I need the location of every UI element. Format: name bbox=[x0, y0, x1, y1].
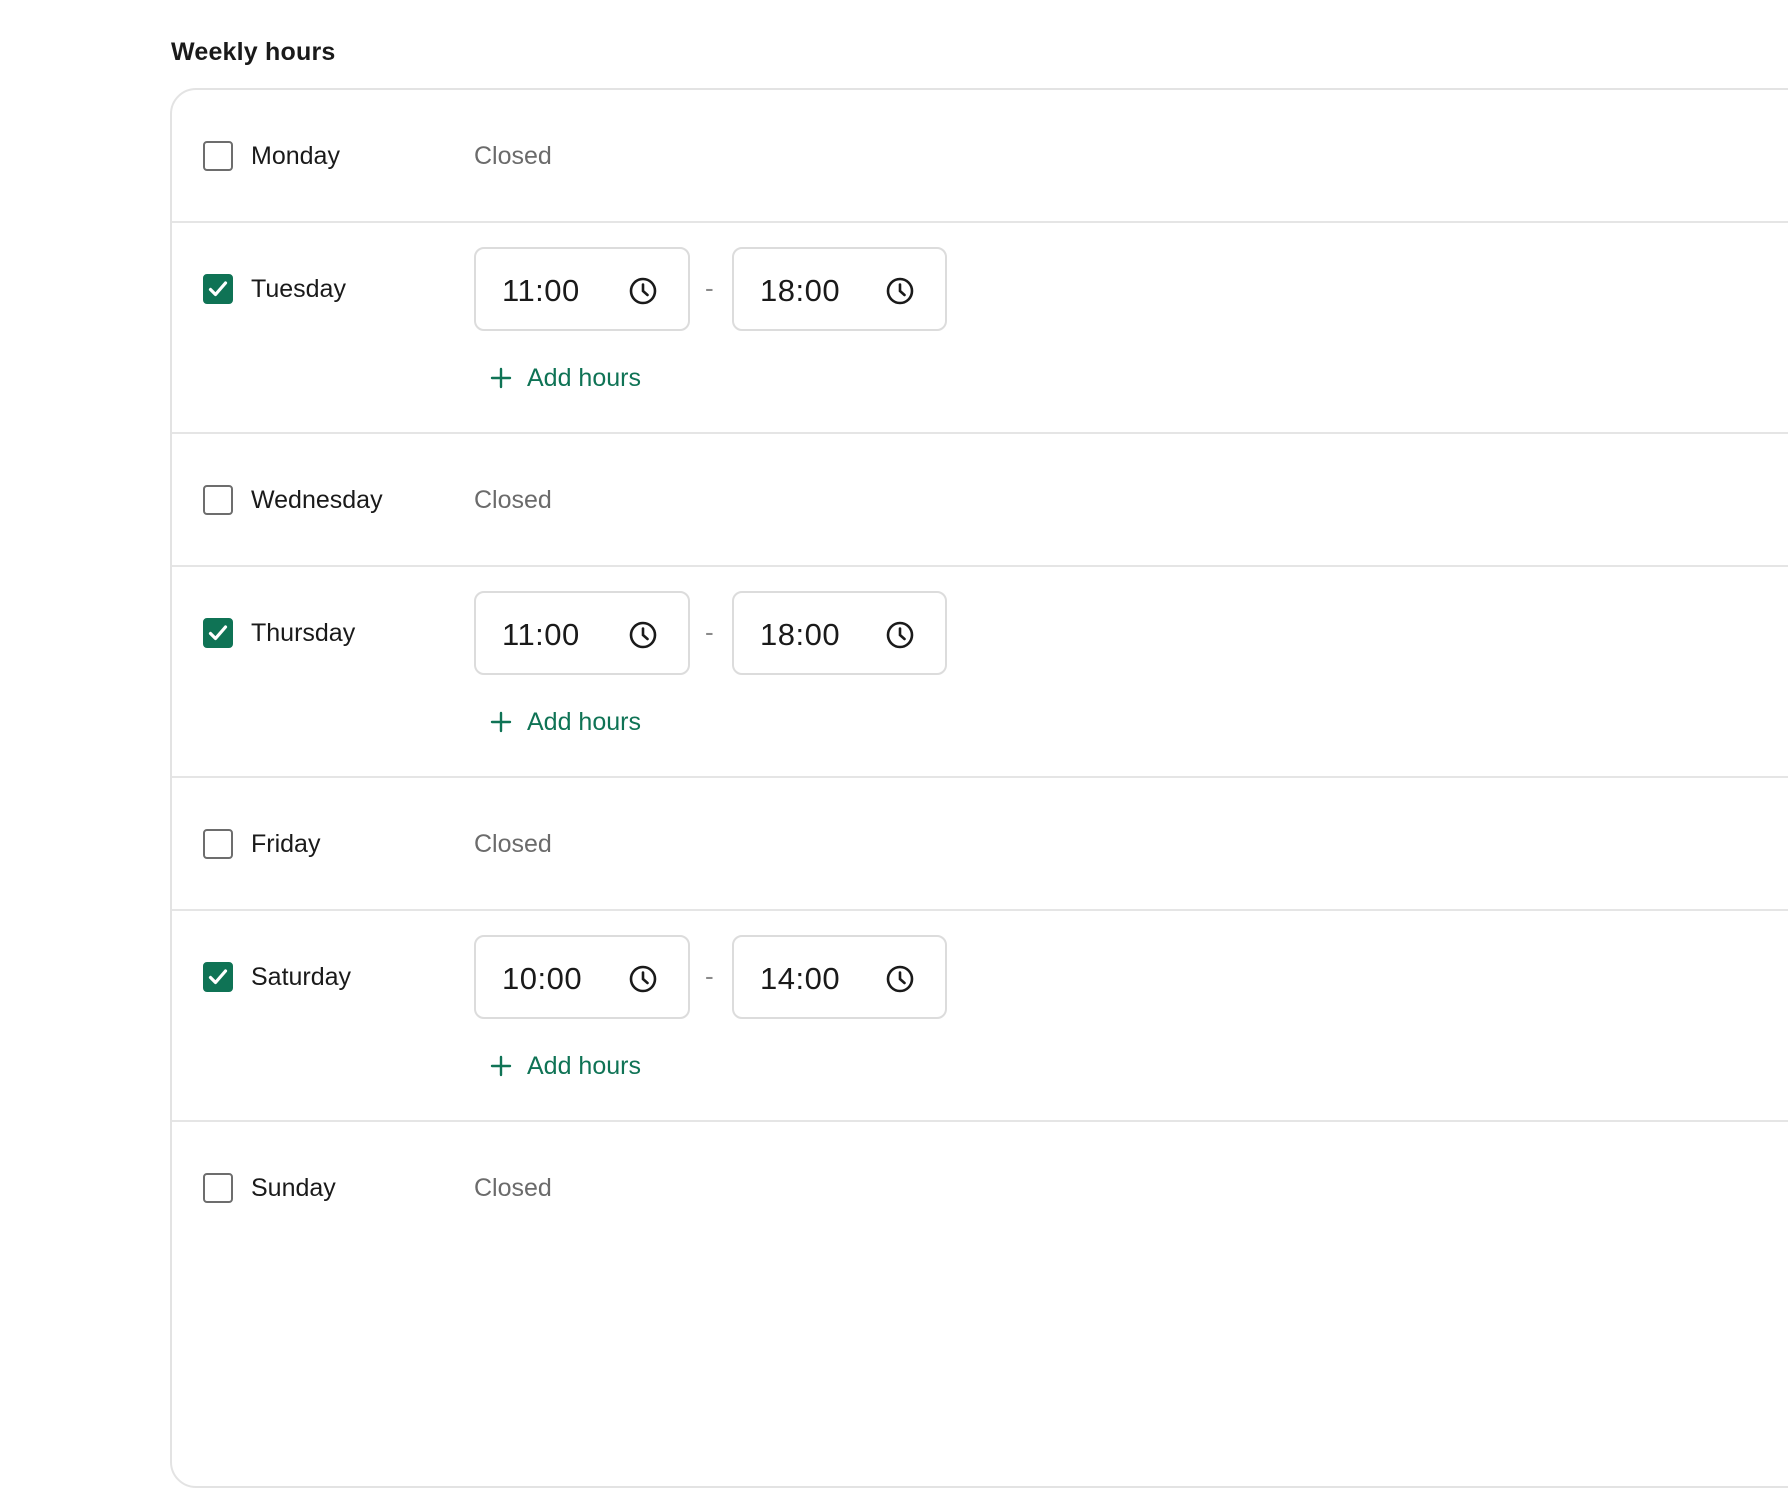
end-time-value: 18:00 bbox=[760, 273, 841, 308]
monday-checkbox[interactable] bbox=[203, 141, 233, 171]
day-label: Friday bbox=[251, 830, 321, 858]
time-separator: - bbox=[705, 273, 714, 303]
weekly-hours-card: Monday Closed Tuesday 11:00 - 18:00 Add … bbox=[170, 88, 1788, 1488]
start-time-value: 11:00 bbox=[502, 273, 580, 308]
day-label: Monday bbox=[251, 142, 340, 170]
end-time-field[interactable]: 18:00 bbox=[732, 591, 947, 675]
day-row-tuesday: Tuesday 11:00 - 18:00 Add hours bbox=[172, 223, 1788, 434]
wednesday-checkbox[interactable] bbox=[203, 485, 233, 515]
day-label: Tuesday bbox=[251, 275, 346, 303]
closed-label: Closed bbox=[474, 1174, 552, 1202]
day-row-wednesday: Wednesday Closed bbox=[172, 434, 1788, 567]
end-time-field[interactable]: 18:00 bbox=[732, 247, 947, 331]
tuesday-checkbox[interactable] bbox=[203, 274, 233, 304]
time-separator: - bbox=[705, 961, 714, 991]
time-separator: - bbox=[705, 617, 714, 647]
start-time-field[interactable]: 10:00 bbox=[474, 935, 690, 1019]
checkmark-icon bbox=[208, 625, 228, 641]
add-hours-button[interactable]: Add hours bbox=[490, 1049, 641, 1083]
start-time-value: 11:00 bbox=[502, 617, 580, 652]
checkmark-icon bbox=[208, 281, 228, 297]
section-title: Weekly hours bbox=[171, 38, 336, 66]
plus-icon bbox=[490, 1055, 512, 1077]
day-row-sunday: Sunday Closed bbox=[172, 1122, 1788, 1255]
clock-icon[interactable] bbox=[885, 964, 915, 994]
plus-icon bbox=[490, 367, 512, 389]
day-row-saturday: Saturday 10:00 - 14:00 Add hours bbox=[172, 911, 1788, 1122]
day-label: Sunday bbox=[251, 1174, 336, 1202]
day-row-monday: Monday Closed bbox=[172, 90, 1788, 223]
friday-checkbox[interactable] bbox=[203, 829, 233, 859]
add-hours-button[interactable]: Add hours bbox=[490, 361, 641, 395]
clock-icon[interactable] bbox=[628, 620, 658, 650]
add-hours-label: Add hours bbox=[527, 1051, 641, 1080]
checkmark-icon bbox=[208, 969, 228, 985]
day-label: Saturday bbox=[251, 963, 352, 991]
end-time-value: 18:00 bbox=[760, 617, 841, 652]
clock-icon[interactable] bbox=[885, 276, 915, 306]
add-hours-label: Add hours bbox=[527, 707, 641, 736]
start-time-field[interactable]: 11:00 bbox=[474, 591, 690, 675]
thursday-checkbox[interactable] bbox=[203, 618, 233, 648]
closed-label: Closed bbox=[474, 830, 552, 858]
day-row-friday: Friday Closed bbox=[172, 778, 1788, 911]
clock-icon[interactable] bbox=[885, 620, 915, 650]
plus-icon bbox=[490, 711, 512, 733]
saturday-checkbox[interactable] bbox=[203, 962, 233, 992]
sunday-checkbox[interactable] bbox=[203, 1173, 233, 1203]
clock-icon[interactable] bbox=[628, 964, 658, 994]
start-time-field[interactable]: 11:00 bbox=[474, 247, 690, 331]
closed-label: Closed bbox=[474, 142, 552, 170]
clock-icon[interactable] bbox=[628, 276, 658, 306]
day-label: Wednesday bbox=[251, 486, 383, 514]
closed-label: Closed bbox=[474, 486, 552, 514]
start-time-value: 10:00 bbox=[502, 961, 583, 996]
end-time-value: 14:00 bbox=[760, 961, 841, 996]
day-label: Thursday bbox=[251, 619, 356, 647]
add-hours-button[interactable]: Add hours bbox=[490, 705, 641, 739]
end-time-field[interactable]: 14:00 bbox=[732, 935, 947, 1019]
day-row-thursday: Thursday 11:00 - 18:00 Add hours bbox=[172, 567, 1788, 778]
add-hours-label: Add hours bbox=[527, 363, 641, 392]
